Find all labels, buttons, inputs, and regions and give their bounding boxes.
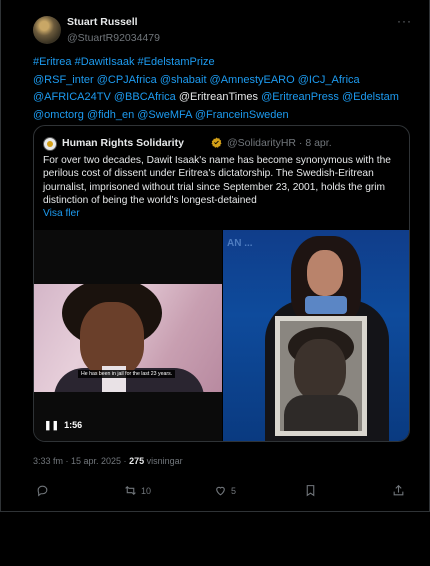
like-button[interactable]: 5 xyxy=(214,484,236,497)
verified-badge-icon xyxy=(211,137,222,148)
views-label: visningar xyxy=(144,456,183,466)
quote-avatar[interactable] xyxy=(43,137,57,151)
quote-text: For over two decades, Dawit Isaak's name… xyxy=(43,155,391,207)
video-thumbnail: He has been in jail for the last 23 year… xyxy=(34,284,222,392)
show-more-link[interactable]: Visa fler xyxy=(43,208,80,219)
share-button[interactable] xyxy=(392,484,405,497)
quote-author-name[interactable]: Human Rights Solidarity xyxy=(62,137,184,149)
bookmark-button[interactable] xyxy=(304,484,317,497)
more-options-icon[interactable]: ··· xyxy=(397,14,412,28)
views-count: 275 xyxy=(129,456,145,466)
retweet-button[interactable]: 10 xyxy=(124,484,151,497)
reply-icon xyxy=(37,485,48,497)
video-caption: He has been in jail for the last 23 year… xyxy=(78,370,176,378)
author-name[interactable]: Stuart Russell xyxy=(67,16,138,28)
action-bar: 10 5 xyxy=(1,484,430,504)
quote-photo[interactable]: AN ... xyxy=(223,230,409,441)
video-duration: 1:56 xyxy=(64,420,83,430)
mentions-line-2b[interactable]: @EritreanPress @Edelstam xyxy=(258,91,399,103)
tweet-meta: 3:33 fm · 15 apr. 2025 · 275 visningar xyxy=(33,456,183,466)
hashtags[interactable]: #Eritrea #DawitIsaak #EdelstamPrize xyxy=(33,56,215,68)
video-pause-control[interactable]: ❚❚ 1:56 xyxy=(44,420,82,431)
author-avatar[interactable] xyxy=(33,16,61,44)
heart-icon xyxy=(216,486,225,496)
mentions-line-1[interactable]: @RSF_inter @CPJAfrica @shabait @AmnestyE… xyxy=(33,74,360,86)
mention-plain: @EritreanTimes xyxy=(178,91,259,103)
mentions-line-2[interactable]: @AFRICA24TV @BBCAfrica xyxy=(33,91,179,103)
share-icon xyxy=(393,484,404,496)
author-handle[interactable]: @StuartR92034479 xyxy=(67,32,160,44)
reply-button[interactable] xyxy=(36,484,49,497)
portrait-frame xyxy=(275,316,367,436)
retweet-icon xyxy=(125,485,136,496)
timestamp[interactable]: 3:33 fm · 15 apr. 2025 · xyxy=(33,456,129,466)
pause-icon[interactable]: ❚❚ xyxy=(44,420,59,430)
bookmark-icon xyxy=(306,485,315,497)
tweet: Stuart Russell @StuartR92034479 ··· #Eri… xyxy=(0,0,430,512)
mentions-line-3[interactable]: @omctorg @fidh_en @SweMFA @FranceinSwede… xyxy=(33,109,289,121)
quoted-tweet[interactable]: Human Rights Solidarity @SolidarityHR · … xyxy=(33,125,410,442)
like-count: 5 xyxy=(231,485,237,496)
tweet-text: #Eritrea #DawitIsaak #EdelstamPrize @RSF… xyxy=(33,54,413,124)
retweet-count: 10 xyxy=(141,485,152,496)
quote-handle-date: @SolidarityHR · 8 apr. xyxy=(227,137,332,149)
video-player[interactable]: He has been in jail for the last 23 year… xyxy=(34,230,222,441)
